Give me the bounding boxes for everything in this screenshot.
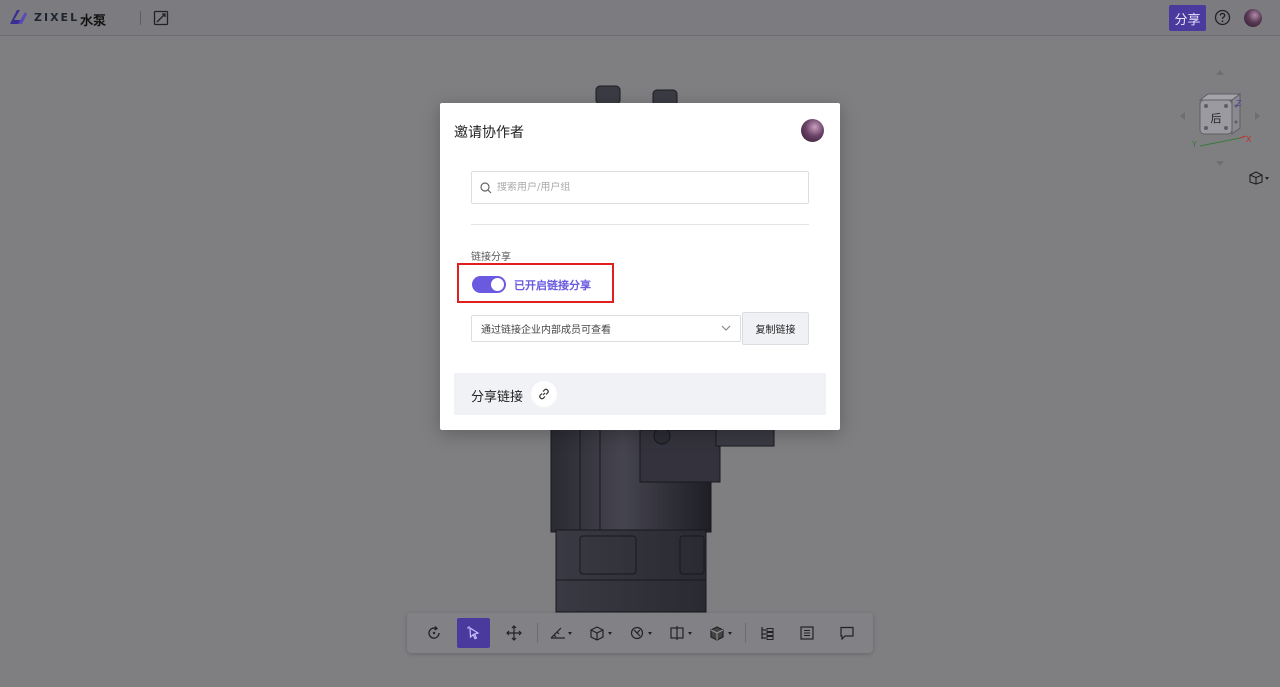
copy-link-button[interactable]: 复制链接 <box>742 312 809 345</box>
app-logo[interactable]: ZIXEL <box>8 8 79 26</box>
owner-avatar[interactable] <box>801 119 824 142</box>
axis-x-label: X <box>1246 135 1252 144</box>
search-input[interactable] <box>497 182 797 193</box>
toolbar-divider <box>745 623 746 643</box>
share-button[interactable]: 分享 <box>1169 5 1206 31</box>
pump-body <box>550 427 775 613</box>
measure-icon[interactable] <box>547 618 577 648</box>
toggle-knob <box>491 278 504 291</box>
section-icon[interactable] <box>587 618 617 648</box>
user-avatar[interactable] <box>1244 9 1262 27</box>
axis-z-label: Z <box>1236 99 1242 108</box>
link-share-toggle[interactable] <box>472 276 506 293</box>
pan-icon[interactable] <box>501 618 527 648</box>
search-field[interactable] <box>471 171 809 204</box>
search-icon <box>480 181 492 193</box>
properties-icon[interactable] <box>794 618 820 648</box>
share-link-bar: 分享链接 <box>454 373 826 415</box>
toolbar-divider <box>537 623 538 643</box>
axis-y-label: Y <box>1191 140 1197 149</box>
document-title: 水泵 <box>80 14 107 29</box>
zixel-logo-icon <box>10 10 27 24</box>
explode-icon[interactable] <box>627 618 657 648</box>
select-icon[interactable] <box>457 618 490 648</box>
logo-text: ZIXEL <box>34 10 80 24</box>
bottom-toolbar <box>407 613 873 653</box>
chevron-down-icon <box>721 325 731 331</box>
link-permission-value: 通过链接企业内部成员可查看 <box>481 325 611 336</box>
nav-cube[interactable]: 后 Z X Y <box>1180 70 1260 170</box>
render-mode-icon[interactable] <box>707 618 737 648</box>
navcube-face-label[interactable]: 后 <box>1211 112 1222 125</box>
divider <box>140 11 141 25</box>
link-share-section-label: 链接分享 <box>471 252 511 263</box>
modal-title: 邀请协作者 <box>454 125 524 141</box>
top-bar: ZIXEL 水泵 分享 <box>0 0 1280 36</box>
invite-collaborators-modal: 邀请协作者 链接分享 已开启链接分享 通过链接企业内部成员可查看 复制链接 分享… <box>440 103 840 430</box>
link-share-toggle-label[interactable]: 已开启链接分享 <box>514 277 591 293</box>
section-divider <box>471 224 809 225</box>
comment-icon[interactable] <box>834 618 860 648</box>
share-link-label: 分享链接 <box>471 390 524 405</box>
edit-icon[interactable] <box>153 10 169 30</box>
rotate-icon[interactable] <box>421 618 447 648</box>
model-tree-icon[interactable] <box>754 618 780 648</box>
link-icon[interactable] <box>531 381 557 407</box>
help-icon[interactable] <box>1214 9 1231 30</box>
split-view-icon[interactable] <box>667 618 697 648</box>
link-permission-select[interactable]: 通过链接企业内部成员可查看 <box>471 315 741 342</box>
view-mode-icon[interactable] <box>1249 170 1271 189</box>
